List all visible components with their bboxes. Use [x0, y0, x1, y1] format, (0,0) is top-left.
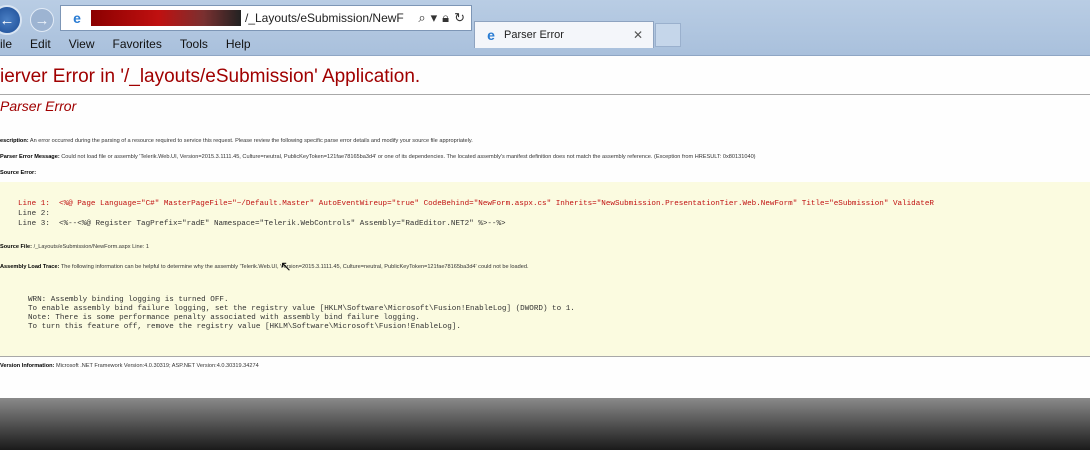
trace-line: Assembly Load Trace: The following infor…	[0, 264, 529, 270]
source-error-line: Source Error:	[0, 170, 36, 176]
url-text: /_Layouts/eSubmission/NewF	[245, 11, 404, 25]
back-button[interactable]: ←	[0, 5, 22, 35]
menu-edit[interactable]: Edit	[30, 37, 51, 51]
menu-tools[interactable]: Tools	[180, 37, 208, 51]
parser-message-label: Parser Error Message:	[0, 154, 60, 160]
menu-bar: ile Edit View Favorites Tools Help	[0, 34, 259, 54]
trace-code-line-2: To enable assembly bind failure logging,…	[28, 305, 575, 313]
description-line: escription: An error occurred during the…	[0, 138, 473, 144]
trace-label: Assembly Load Trace:	[0, 264, 60, 270]
source-line-3: Line 3: <%--<%@ Register TagPrefix="radE…	[18, 220, 506, 228]
description-text: An error occurred during the parsing of …	[29, 138, 473, 144]
forward-button[interactable]: →	[30, 8, 54, 32]
ie-icon: e	[73, 10, 81, 26]
trace-code-box: WRN: Assembly binding logging is turned …	[0, 278, 1090, 356]
menu-help[interactable]: Help	[226, 37, 251, 51]
tab-parser-error[interactable]: e Parser Error ✕	[474, 21, 654, 48]
menu-favorites[interactable]: Favorites	[113, 37, 162, 51]
redacted-url-segment	[91, 10, 241, 26]
error-page: ierver Error in '/_layouts/eSubmission' …	[0, 56, 1090, 450]
source-file-text: /_Layouts/eSubmission/NewForm.aspx Line:…	[33, 244, 149, 250]
divider	[0, 94, 1090, 95]
description-label: escription:	[0, 138, 29, 144]
trace-text: The following information can be helpful…	[60, 264, 529, 270]
search-icon[interactable]: ⌕	[418, 10, 425, 26]
menu-file[interactable]: ile	[0, 37, 12, 51]
source-file-line: Source File: /_Layouts/eSubmission/NewFo…	[0, 244, 149, 250]
lock-icon[interactable]: 🔒︎	[442, 10, 449, 26]
browser-chrome: ← → e /_Layouts/eSubmission/NewF ⌕ ▾ 🔒︎ …	[0, 0, 1090, 56]
version-line: Version Information: Microsoft .NET Fram…	[0, 363, 259, 369]
source-line-2: Line 2:	[18, 210, 50, 218]
divider	[0, 356, 1090, 357]
source-line-1: Line 1: <%@ Page Language="C#" MasterPag…	[18, 200, 934, 208]
trace-code-line-4: To turn this feature off, remove the reg…	[28, 323, 461, 331]
page-title: ierver Error in '/_layouts/eSubmission' …	[0, 66, 421, 87]
trace-code-line-3: Note: There is some performance penalty …	[28, 314, 420, 322]
refresh-icon[interactable]: ↻	[454, 10, 465, 26]
ie-icon: e	[487, 27, 495, 43]
new-tab-button[interactable]	[655, 23, 681, 47]
source-error-label: Source Error:	[0, 170, 37, 176]
version-text: Microsoft .NET Framework Version:4.0.303…	[55, 363, 259, 369]
source-file-label: Source File:	[0, 244, 33, 250]
parser-message-line: Parser Error Message: Could not load fil…	[0, 154, 756, 160]
dropdown-icon[interactable]: ▾	[431, 10, 438, 26]
close-icon[interactable]: ✕	[633, 28, 643, 42]
parser-message-text: Could not load file or assembly 'Telerik…	[61, 154, 756, 160]
version-label: Version Information:	[0, 363, 55, 369]
trace-code-line-1: WRN: Assembly binding logging is turned …	[28, 296, 229, 304]
menu-view[interactable]: View	[69, 37, 95, 51]
screen-edge-shadow	[0, 398, 1090, 450]
error-subtitle: Parser Error	[0, 98, 77, 114]
mouse-cursor-icon: ↖	[280, 258, 292, 274]
address-bar[interactable]: e /_Layouts/eSubmission/NewF ⌕ ▾ 🔒︎ ↻	[60, 5, 472, 31]
tab-label: Parser Error	[504, 29, 564, 41]
